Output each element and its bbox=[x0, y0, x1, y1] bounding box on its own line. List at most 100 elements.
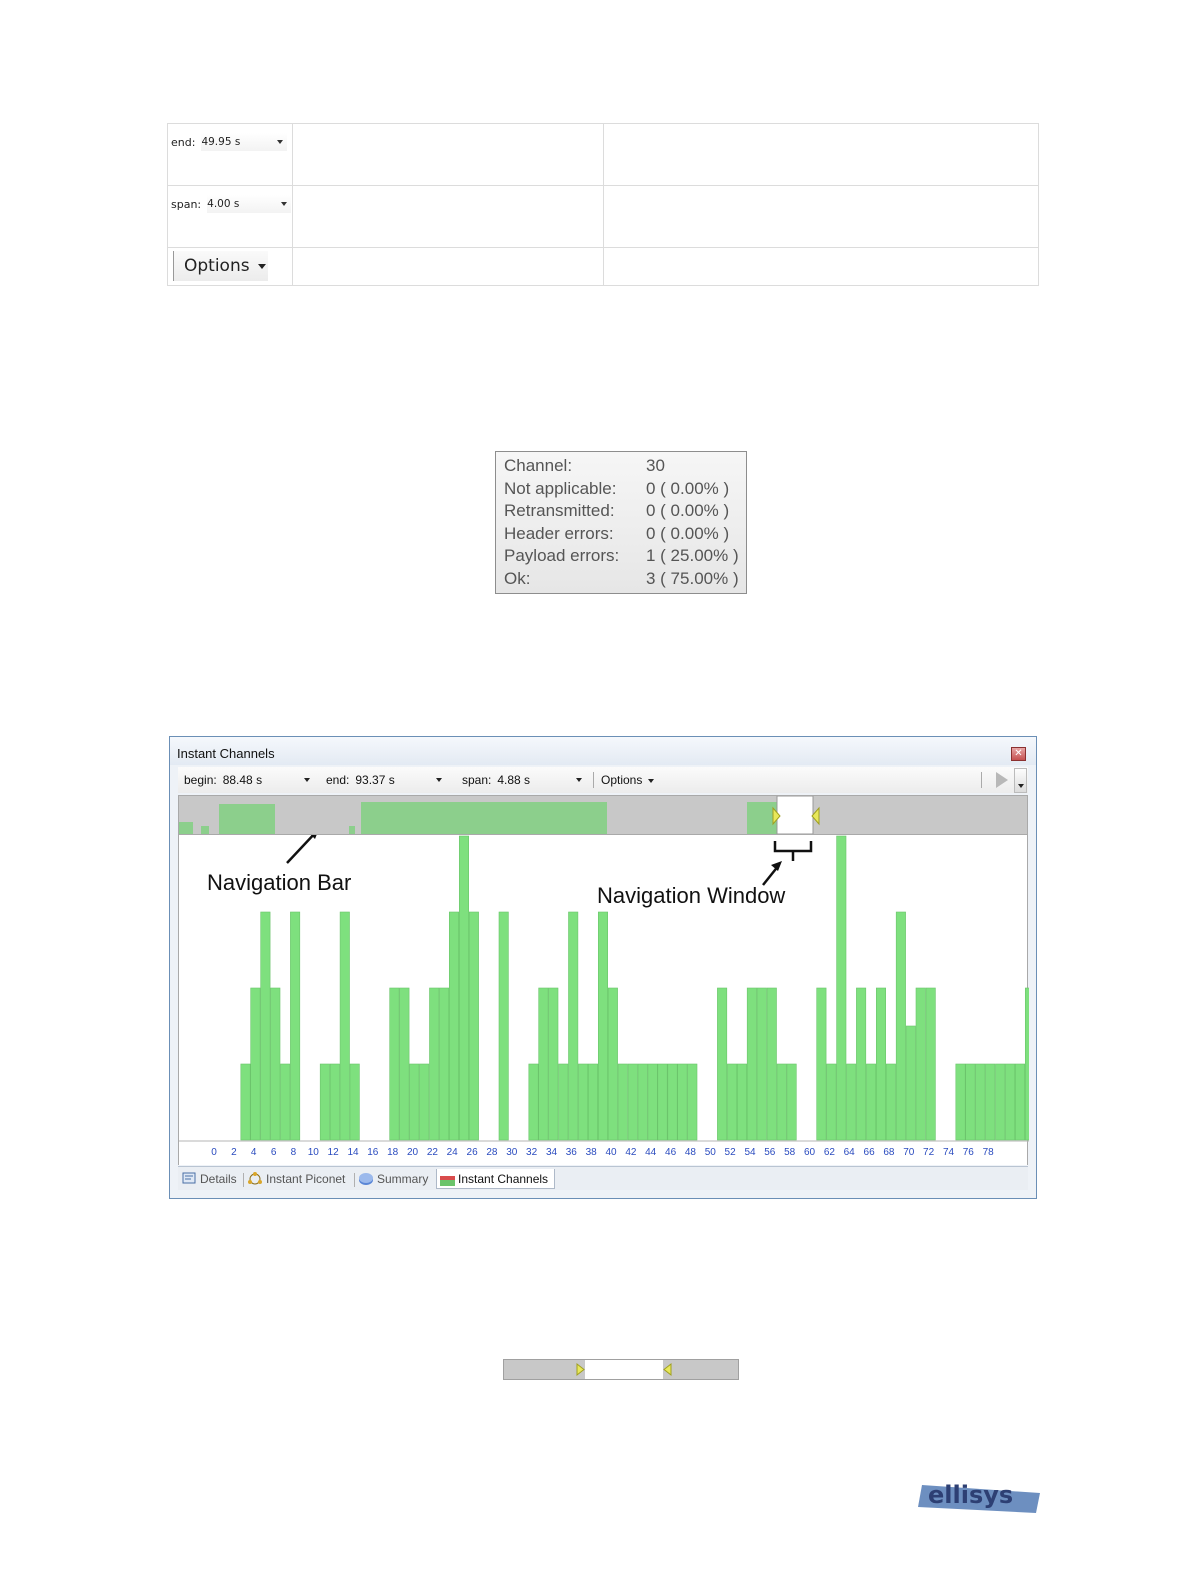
channel-bar[interactable] bbox=[816, 987, 827, 1141]
channel-bar[interactable] bbox=[280, 1063, 291, 1141]
navigation-window-strip bbox=[503, 1359, 739, 1380]
channel-bar[interactable] bbox=[250, 987, 261, 1141]
end-field[interactable]: end: 49.95 s bbox=[171, 132, 291, 152]
channel-bar[interactable] bbox=[965, 1063, 976, 1141]
channel-bar[interactable] bbox=[439, 987, 450, 1141]
channel-bar[interactable] bbox=[597, 911, 608, 1141]
end-input[interactable]: 49.95 s bbox=[201, 133, 288, 151]
channel-bar[interactable] bbox=[915, 987, 926, 1141]
channel-bar[interactable] bbox=[647, 1063, 658, 1141]
channel-bar[interactable] bbox=[866, 1063, 877, 1141]
span-input[interactable]: 4.00 s bbox=[207, 195, 291, 213]
span-field[interactable]: span: 4.00 s bbox=[171, 194, 291, 214]
tab-instant-channels[interactable]: Instant Channels bbox=[436, 1169, 556, 1189]
channel-bar[interactable] bbox=[975, 1063, 986, 1141]
channel-bar[interactable] bbox=[687, 1063, 698, 1141]
channel-bar[interactable] bbox=[846, 1063, 857, 1141]
channel-bar[interactable] bbox=[568, 911, 579, 1141]
channel-bar[interactable] bbox=[736, 1063, 747, 1141]
play-icon[interactable] bbox=[996, 772, 1008, 788]
channel-bar[interactable] bbox=[1014, 1063, 1025, 1141]
channel-bar[interactable] bbox=[339, 911, 350, 1141]
channel-bar[interactable] bbox=[776, 1063, 787, 1141]
channel-bar[interactable] bbox=[498, 911, 509, 1141]
chevron-down-icon[interactable] bbox=[277, 140, 284, 144]
tab-instant-piconet[interactable]: Instant Piconet bbox=[248, 1169, 345, 1189]
channel-bar[interactable] bbox=[1005, 1063, 1016, 1141]
channels-icon bbox=[440, 1172, 455, 1186]
channel-bar[interactable] bbox=[667, 1063, 678, 1141]
channel-bar[interactable] bbox=[419, 1063, 430, 1141]
chevron-down-icon[interactable] bbox=[576, 778, 583, 782]
tab-divider bbox=[354, 1173, 355, 1187]
channel-bar[interactable] bbox=[637, 1063, 648, 1141]
details-icon bbox=[182, 1172, 197, 1186]
channel-bar[interactable] bbox=[448, 911, 459, 1141]
navigation-window[interactable] bbox=[585, 1360, 663, 1379]
channel-bar[interactable] bbox=[836, 835, 847, 1141]
channel-bar[interactable] bbox=[717, 987, 728, 1141]
tab-details[interactable]: Details bbox=[182, 1169, 237, 1189]
channel-bar[interactable] bbox=[538, 987, 549, 1141]
channel-bar[interactable] bbox=[558, 1063, 569, 1141]
channel-bar[interactable] bbox=[458, 835, 469, 1141]
channel-bar[interactable] bbox=[548, 987, 559, 1141]
channel-bar[interactable] bbox=[617, 1063, 628, 1141]
begin-field[interactable]: begin: 88.48 s bbox=[184, 771, 313, 789]
channel-bar[interactable] bbox=[875, 987, 886, 1141]
channel-bar[interactable] bbox=[409, 1063, 420, 1141]
channel-bar[interactable] bbox=[399, 987, 410, 1141]
channel-bar[interactable] bbox=[677, 1063, 688, 1141]
toolbar-overflow-button[interactable] bbox=[1014, 768, 1027, 793]
empty-cell bbox=[292, 185, 604, 248]
options-button[interactable]: Options bbox=[173, 251, 268, 281]
channel-bar[interactable] bbox=[727, 1063, 738, 1141]
channel-bar[interactable] bbox=[260, 911, 271, 1141]
end-value: 93.37 s bbox=[355, 773, 395, 787]
channel-bar[interactable] bbox=[607, 987, 618, 1141]
close-icon[interactable]: ✕ bbox=[1011, 747, 1026, 761]
channel-bar[interactable] bbox=[429, 987, 440, 1141]
chevron-down-icon[interactable] bbox=[436, 778, 443, 782]
options-button[interactable]: Options bbox=[601, 773, 655, 787]
channel-bar[interactable] bbox=[905, 1025, 916, 1141]
begin-input[interactable]: 88.48 s bbox=[223, 771, 313, 789]
channel-bar[interactable] bbox=[349, 1063, 360, 1141]
channel-bar[interactable] bbox=[856, 987, 867, 1141]
channel-bar[interactable] bbox=[766, 987, 777, 1141]
chevron-down-icon[interactable] bbox=[281, 202, 287, 206]
navigation-overview bbox=[179, 796, 820, 834]
channel-bar[interactable] bbox=[1024, 987, 1035, 1141]
channel-bar[interactable] bbox=[587, 1063, 598, 1141]
channel-bar[interactable] bbox=[578, 1063, 589, 1141]
channel-bar[interactable] bbox=[290, 911, 301, 1141]
channel-bar[interactable] bbox=[985, 1063, 996, 1141]
channel-bar[interactable] bbox=[329, 1063, 340, 1141]
channel-bar[interactable] bbox=[925, 987, 936, 1141]
channel-bar[interactable] bbox=[270, 987, 281, 1141]
begin-label: begin: bbox=[184, 773, 217, 787]
channel-bar[interactable] bbox=[627, 1063, 638, 1141]
end-input[interactable]: 93.37 s bbox=[355, 771, 445, 789]
channel-bar[interactable] bbox=[895, 911, 906, 1141]
channel-bar[interactable] bbox=[389, 987, 400, 1141]
navigation-bar[interactable] bbox=[178, 795, 1028, 835]
channel-bar[interactable] bbox=[786, 1063, 797, 1141]
span-field[interactable]: span: 4.88 s bbox=[462, 771, 585, 789]
channel-bar[interactable] bbox=[240, 1063, 251, 1141]
channel-bar[interactable] bbox=[955, 1063, 966, 1141]
channel-bar[interactable] bbox=[995, 1063, 1006, 1141]
channel-bar[interactable] bbox=[885, 1063, 896, 1141]
end-field[interactable]: end: 93.37 s bbox=[326, 771, 445, 789]
channel-bar[interactable] bbox=[319, 1063, 330, 1141]
channel-bar[interactable] bbox=[746, 987, 757, 1141]
chevron-down-icon[interactable] bbox=[303, 778, 310, 782]
tab-summary[interactable]: Summary bbox=[359, 1169, 428, 1189]
span-input[interactable]: 4.88 s bbox=[497, 771, 585, 789]
navigation-window[interactable] bbox=[776, 796, 814, 834]
channel-bar[interactable] bbox=[826, 1063, 837, 1141]
channel-bar[interactable] bbox=[528, 1063, 539, 1141]
channel-bar[interactable] bbox=[756, 987, 767, 1141]
channel-bar[interactable] bbox=[657, 1063, 668, 1141]
channel-bar[interactable] bbox=[468, 911, 479, 1141]
